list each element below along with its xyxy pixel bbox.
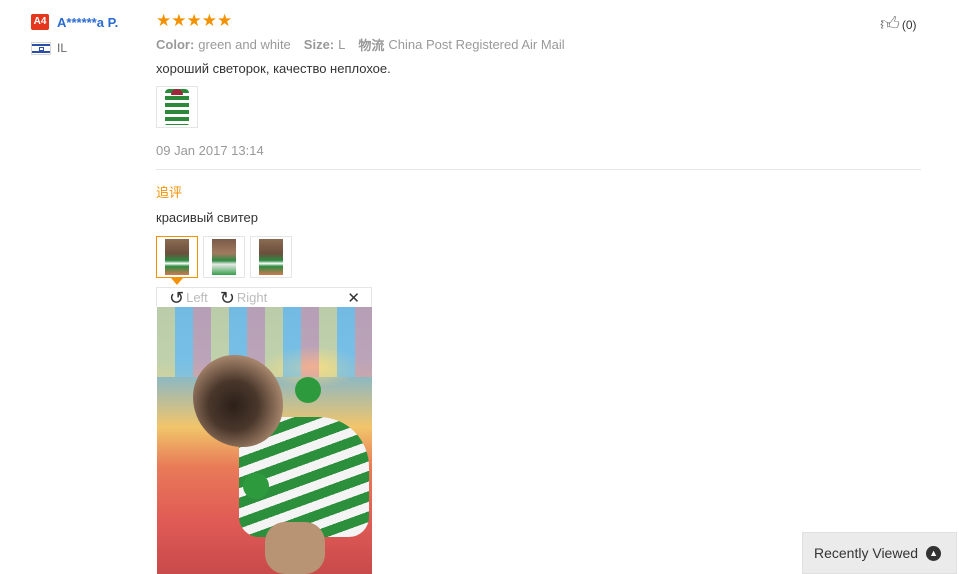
rotate-right-button[interactable]: ↻ Right: [220, 289, 267, 307]
review-content: ★ ★ ★ ★ ★ Color: green and white Size: L…: [156, 11, 921, 278]
dog-photo-3: [259, 239, 283, 275]
followup-photo-thumbnail[interactable]: [203, 236, 245, 278]
star-icon: ★: [186, 10, 202, 30]
rotate-left-button[interactable]: ↺ Left: [169, 289, 208, 307]
buyer-level-badge: A4: [31, 14, 49, 30]
followup-text: красивый свитер: [156, 210, 258, 225]
buyer-name-link[interactable]: A******a P.: [57, 15, 118, 30]
image-viewer-toolbar: ↺ Left ↻ Right ✕: [156, 287, 372, 307]
rating-stars: ★ ★ ★ ★ ★: [156, 11, 921, 29]
color-label: Color:: [156, 36, 195, 52]
helpful-button[interactable]: 👍︎ (0): [880, 13, 917, 36]
dog-leg: [265, 522, 325, 574]
pompom: [243, 473, 269, 499]
followup-photo-list: [156, 236, 921, 278]
star-icon: ★: [217, 10, 233, 30]
close-icon[interactable]: ✕: [347, 289, 360, 307]
dog-photo-1: [165, 239, 189, 275]
israel-flag-icon: [31, 41, 51, 55]
rotate-left-icon: ↺: [169, 287, 185, 308]
recently-viewed-label: Recently Viewed: [814, 545, 919, 561]
star-icon: ★: [201, 10, 217, 30]
pompom: [295, 377, 321, 403]
review-text: хороший светорок, качество неплохое.: [156, 61, 391, 76]
color-value: green and white: [198, 36, 291, 52]
followup-photo-thumbnail[interactable]: [250, 236, 292, 278]
rotate-right-label: Right: [236, 290, 268, 305]
followup-title: 追评: [156, 185, 183, 200]
size-value: L: [338, 36, 346, 52]
thumbs-up-icon: 👍︎: [880, 14, 900, 35]
rotate-left-label: Left: [186, 290, 208, 305]
sweater-photo: [165, 89, 189, 125]
review-date: 09 Jan 2017 13:14: [156, 143, 264, 158]
enlarged-review-photo: [157, 307, 372, 574]
star-icon: ★: [171, 10, 187, 30]
divider: [156, 169, 921, 170]
logistics-value: China Post Registered Air Mail: [388, 36, 565, 52]
buyer-country: IL: [57, 41, 68, 55]
rotate-right-icon: ↻: [219, 287, 235, 308]
recently-viewed-button[interactable]: Recently Viewed ▲: [802, 532, 957, 574]
review-photo-thumbnail[interactable]: [156, 86, 198, 128]
helpful-count: (0): [901, 17, 917, 32]
followup-photo-thumbnail-selected[interactable]: [156, 236, 198, 278]
review-page: A4 A******a P. IL ★ ★ ★ ★ ★ Color: green…: [0, 0, 959, 574]
dog-photo-2: [212, 239, 236, 275]
selected-pointer: [171, 278, 183, 285]
logistics-label: 物流: [358, 37, 385, 53]
size-label: Size:: [303, 36, 335, 52]
star-icon: ★: [156, 10, 172, 30]
chevron-up-icon: ▲: [926, 545, 942, 561]
buyer-info: A4 A******a P. IL: [31, 13, 146, 56]
order-attributes: Color: green and white Size: L 物流 China …: [156, 36, 921, 53]
